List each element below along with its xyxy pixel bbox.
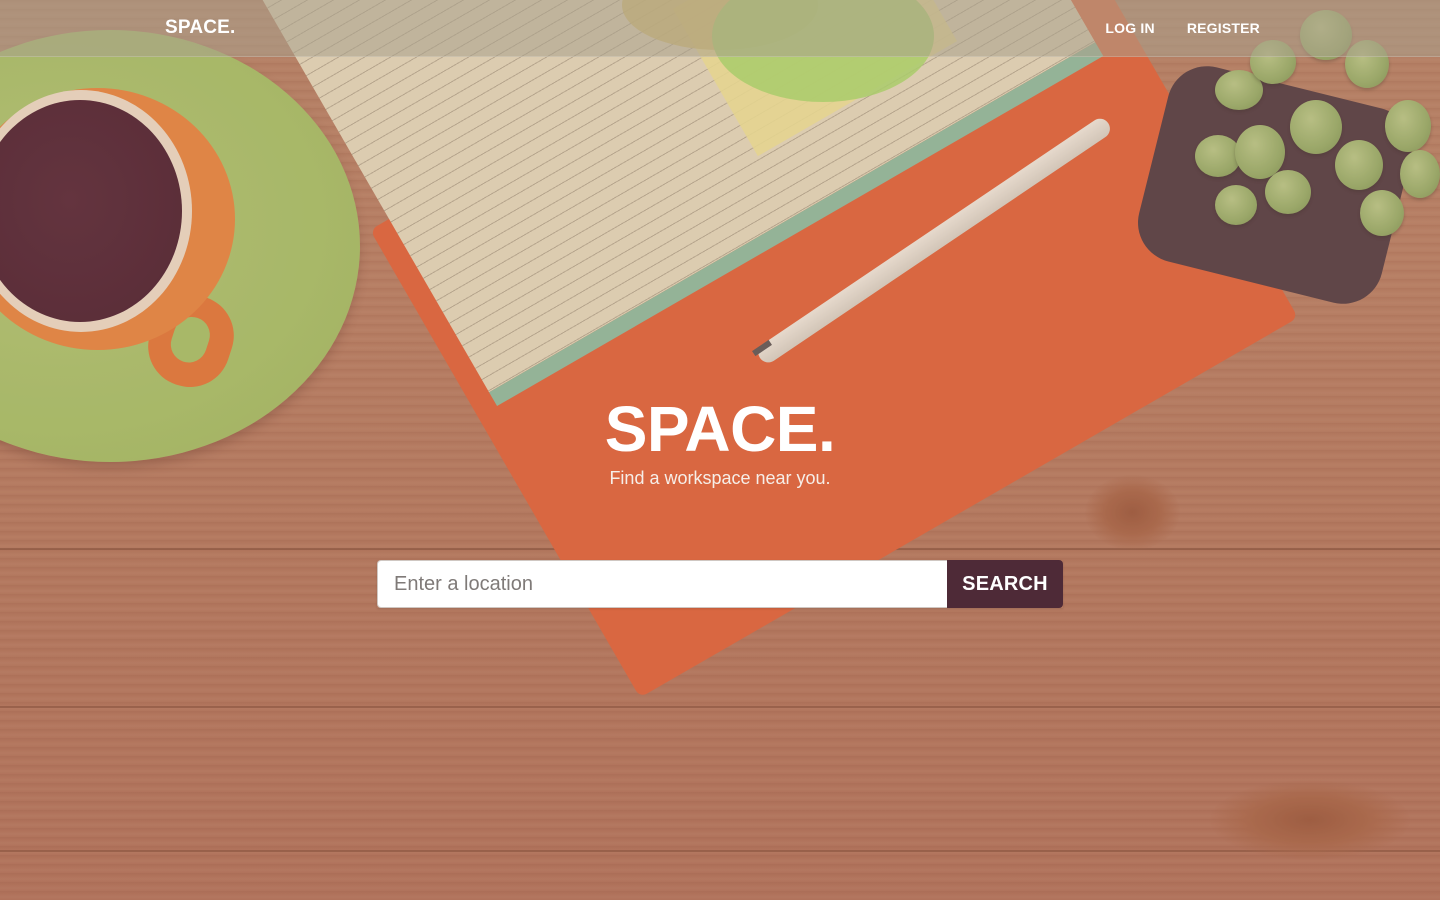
location-search-form: SEARCH — [377, 560, 1063, 608]
hero-title: SPACE. — [604, 393, 836, 465]
login-link[interactable]: LOG IN — [1105, 20, 1154, 36]
top-navbar: SPACE. LOG IN REGISTER — [0, 0, 1440, 57]
location-search-input[interactable] — [377, 560, 947, 608]
search-button[interactable]: SEARCH — [947, 560, 1063, 608]
brand-logo-link[interactable]: SPACE. — [165, 17, 236, 39]
landing-page: SPACE. LOG IN REGISTER SPACE. Find a wor… — [0, 0, 1440, 900]
hero-section: SPACE. Find a workspace near you. — [0, 390, 1440, 489]
register-link[interactable]: REGISTER — [1187, 20, 1260, 36]
nav-links: LOG IN REGISTER — [1105, 20, 1260, 36]
hero-subtitle: Find a workspace near you. — [609, 468, 831, 488]
